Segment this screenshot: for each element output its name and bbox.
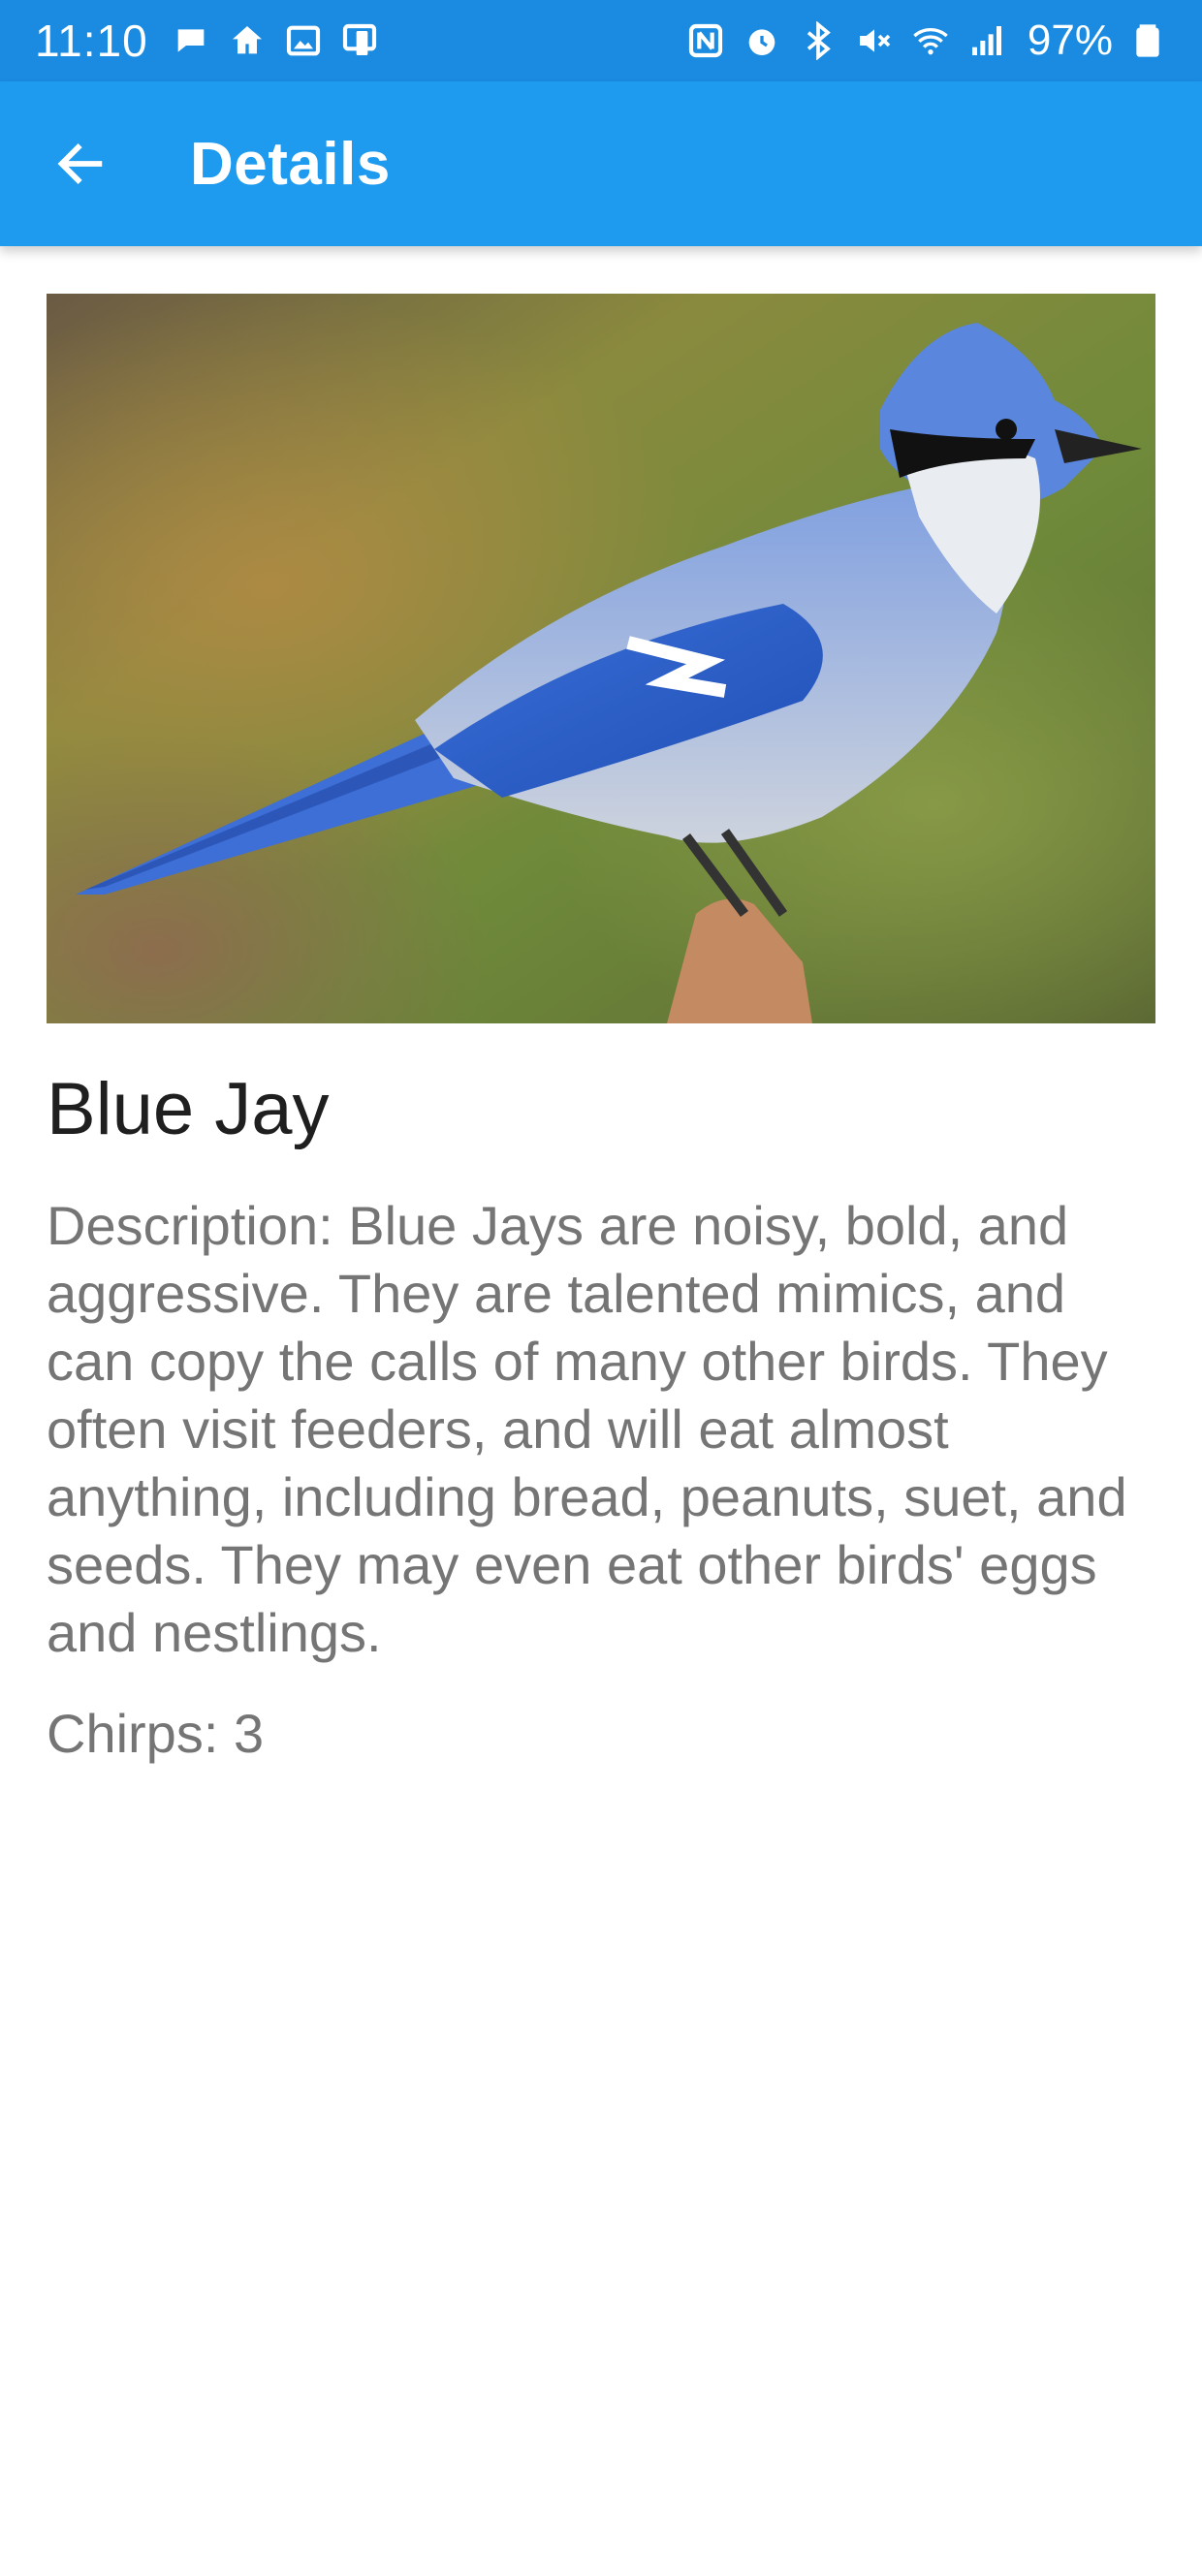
bird-photo — [47, 294, 1155, 1023]
battery-icon — [1126, 19, 1169, 62]
bird-name: Blue Jay — [47, 1068, 330, 1150]
arrow-left-icon — [57, 142, 103, 185]
status-time: 11:10 — [35, 16, 148, 66]
nfc-icon — [684, 19, 727, 62]
battery-percent: 97% — [1027, 16, 1113, 64]
alarm-icon — [741, 19, 783, 62]
app-bar: Details — [0, 81, 1202, 246]
page-title: Details — [190, 130, 391, 198]
chirps-count: Chirps: 3 — [47, 1703, 265, 1764]
chat-bubble-icon — [170, 19, 212, 62]
mute-icon — [853, 19, 896, 62]
status-bar: 11:10 97% — [0, 0, 1202, 81]
details-content: Blue Jay Description: Blue Jays are nois… — [47, 294, 1155, 1768]
back-button[interactable] — [27, 110, 134, 217]
home-icon — [226, 19, 269, 62]
wifi-icon — [909, 19, 952, 62]
device-icon — [338, 19, 381, 62]
gallery-icon — [282, 19, 325, 62]
bluetooth-icon — [797, 19, 839, 62]
signal-icon — [965, 19, 1008, 62]
bird-description: Description: Blue Jays are noisy, bold, … — [47, 1195, 1127, 1663]
